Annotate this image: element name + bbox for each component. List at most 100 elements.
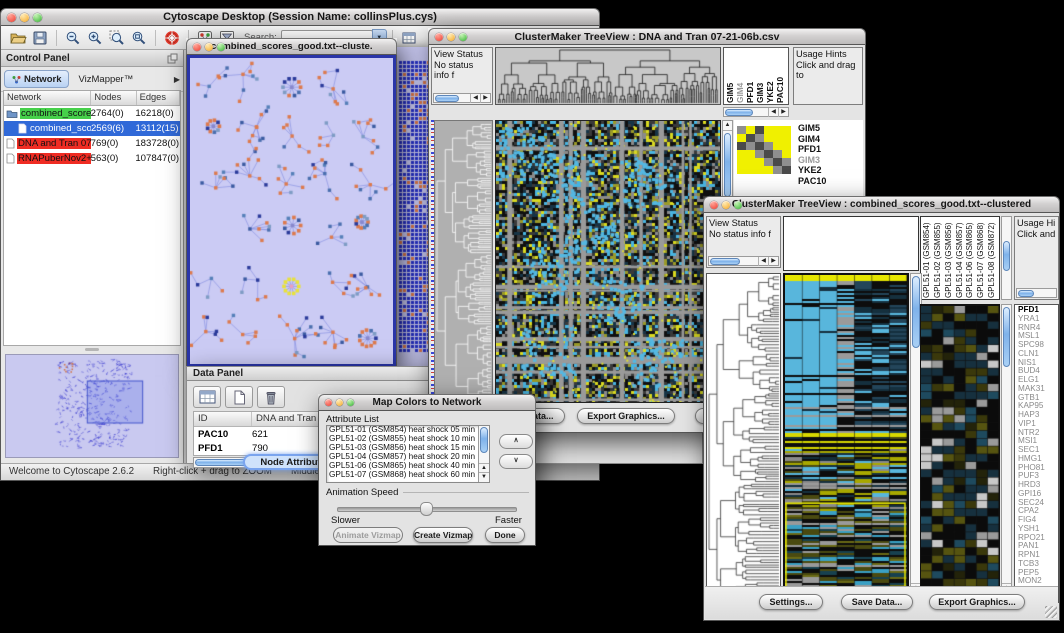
matrix-cell[interactable] [746, 166, 755, 174]
tab-network[interactable]: Network [4, 70, 69, 88]
sub-heatmap-canvas[interactable] [921, 306, 999, 602]
scrollbar-thumb[interactable] [435, 95, 459, 102]
view-status-hscrollbar[interactable]: ◀▶ [708, 256, 779, 266]
scrollbar-thumb[interactable] [710, 258, 740, 265]
create-vizmap-button[interactable]: Create Vizmap [413, 527, 473, 543]
matrix-cell[interactable] [773, 166, 782, 174]
row-label[interactable]: GIM3 [798, 155, 826, 166]
matrix-cell[interactable] [782, 166, 791, 174]
zoom-in-icon[interactable] [84, 28, 106, 48]
zoom-out-icon[interactable] [62, 28, 84, 48]
matrix-cell[interactable] [746, 150, 755, 158]
network-window-titlebar[interactable]: combined_scores_good.txt--cluste... [186, 38, 397, 55]
attribute-list-vscrollbar[interactable]: ▲ ▼ [478, 426, 489, 482]
network-canvas[interactable] [190, 58, 393, 364]
matrix-cell[interactable] [746, 142, 755, 150]
scroll-left-icon[interactable]: ◀ [768, 108, 778, 117]
matrix-cell[interactable] [755, 142, 764, 150]
column-label[interactable]: PAC10 [775, 49, 785, 103]
matrix-cell[interactable] [764, 166, 773, 174]
gene-name-list[interactable]: PFD1YRA1RNR4MSL1SPC98CLN1NIS1BUD4ELG1MAK… [1014, 304, 1059, 603]
scrollbar-thumb[interactable] [725, 109, 753, 116]
tab-vizmapper[interactable]: VizMapper™ [71, 71, 140, 87]
matrix-cell[interactable] [782, 150, 791, 158]
scroll-left-icon[interactable]: ◀ [470, 94, 480, 103]
attribute-table-icon[interactable] [398, 28, 420, 48]
column-label[interactable]: GPL51-07 (GSM868) [976, 218, 987, 298]
matrix-cell[interactable] [755, 126, 764, 134]
matrix-cell[interactable] [755, 166, 764, 174]
matrix-cell[interactable] [764, 126, 773, 134]
matrix-cell[interactable] [746, 158, 755, 166]
scrollbar-thumb[interactable] [912, 276, 920, 348]
column-label[interactable]: GPL51-08 (GSM872) [987, 218, 998, 298]
done-button[interactable]: Done [485, 527, 525, 543]
treeview2-titlebar[interactable]: ClusterMaker TreeView : combined_scores_… [703, 196, 1060, 213]
attribute-list-item[interactable]: GPL51-07 (GSM868) heat shock 60 min [327, 471, 478, 480]
minimize-button[interactable] [205, 43, 213, 51]
matrix-cell[interactable] [782, 126, 791, 134]
save-icon[interactable] [29, 28, 51, 48]
column-dendrogram[interactable] [495, 47, 721, 105]
zoom-button[interactable] [734, 201, 742, 209]
scrollbar-thumb[interactable] [724, 133, 731, 197]
minimize-button[interactable] [447, 33, 455, 41]
scroll-right-icon[interactable]: ▶ [480, 94, 490, 103]
close-button[interactable] [193, 43, 201, 51]
column-label[interactable]: YKE2 [765, 49, 775, 103]
column-labels-hscrollbar[interactable]: ◀▶ [723, 107, 789, 117]
float-panel-icon[interactable] [167, 53, 178, 64]
network-table-row[interactable]: combined_sco2569(6)13112(15) [4, 121, 180, 136]
matrix-cell[interactable] [755, 150, 764, 158]
matrix-cell[interactable] [755, 134, 764, 142]
column-label[interactable]: PFD1 [745, 49, 755, 103]
matrix-cell[interactable] [764, 142, 773, 150]
matrix-cell[interactable] [737, 158, 746, 166]
export-graphics-button[interactable]: Export Graphics... [929, 594, 1025, 610]
correlation-matrix[interactable] [737, 126, 791, 174]
matrix-cell[interactable] [773, 142, 782, 150]
new-page-icon[interactable] [225, 386, 253, 408]
gene-name[interactable]: MON2 [1018, 577, 1058, 586]
resize-grip[interactable] [1045, 606, 1057, 618]
matrix-cell[interactable] [773, 150, 782, 158]
usage-hints-hscrollbar[interactable] [1016, 288, 1057, 298]
matrix-cell[interactable] [782, 142, 791, 150]
network-table-row[interactable]: combined_scores2764(0)16218(0) [4, 106, 180, 121]
zoom-button[interactable] [459, 33, 467, 41]
matrix-cell[interactable] [782, 134, 791, 142]
scrollbar-thumb[interactable] [1003, 241, 1010, 271]
network-overview-pane[interactable] [5, 354, 179, 458]
delete-trash-icon[interactable] [257, 386, 285, 408]
gene-dendrogram[interactable] [706, 273, 781, 603]
column-label[interactable]: GPL51-03 (GSM856) [944, 218, 955, 298]
matrix-cell[interactable] [737, 126, 746, 134]
heatmap-canvas[interactable] [785, 275, 907, 601]
minimize-button[interactable] [336, 399, 343, 406]
row-label[interactable]: GIM4 [798, 134, 826, 145]
network-overview-canvas[interactable] [6, 355, 179, 455]
move-down-button[interactable]: ∨ [499, 454, 533, 469]
matrix-cell[interactable] [773, 134, 782, 142]
treeview1-titlebar[interactable]: ClusterMaker TreeView : DNA and Tran 07-… [428, 28, 866, 45]
export-graphics-button[interactable]: Export Graphics... [577, 408, 675, 424]
move-up-button[interactable]: ∧ [499, 434, 533, 449]
zoom-button[interactable] [217, 43, 225, 51]
matrix-cell[interactable] [737, 134, 746, 142]
network-table-row[interactable]: RNAPuberNov2+563(0)107847(0) [4, 151, 180, 166]
column-header-nodes[interactable]: Nodes [91, 91, 136, 105]
scroll-right-icon[interactable]: ▶ [768, 257, 778, 266]
scroll-right-icon[interactable]: ▶ [778, 108, 788, 117]
row-label[interactable]: PAC10 [798, 176, 826, 187]
matrix-cell[interactable] [773, 126, 782, 134]
attribute-list[interactable]: GPL51-01 (GSM854) heat shock 05 minGPL51… [326, 425, 490, 483]
network-table-row[interactable]: DNA and Tran 07769(0)183728(0) [4, 136, 180, 151]
minimize-button[interactable] [722, 201, 730, 209]
save-data-button[interactable]: Save Data... [841, 594, 913, 610]
control-panel-splitter[interactable] [1, 346, 183, 352]
column-label[interactable]: GPL51-06 (GSM865) [965, 218, 976, 298]
scrollbar-thumb[interactable] [1003, 307, 1010, 367]
row-label[interactable]: GIM5 [798, 123, 826, 134]
matrix-cell[interactable] [764, 134, 773, 142]
matrix-cell[interactable] [755, 158, 764, 166]
